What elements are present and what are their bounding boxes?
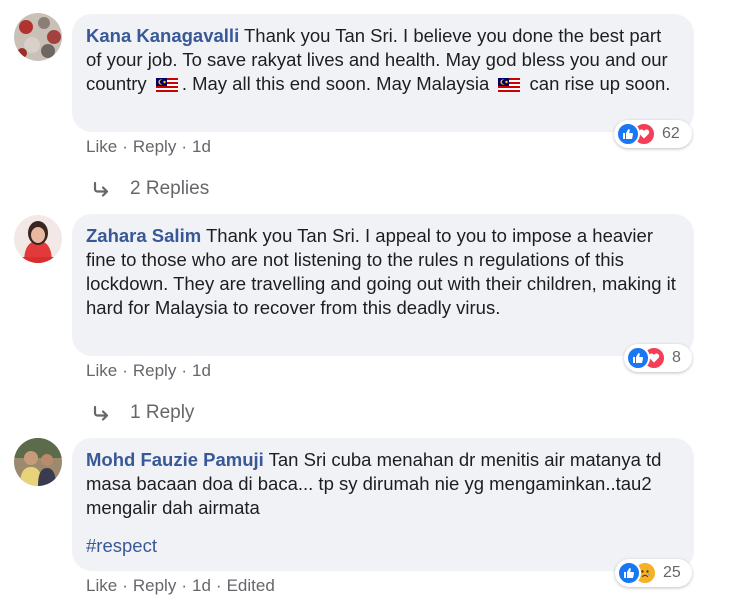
reaction-count: 25 — [663, 564, 681, 581]
like-icon — [617, 561, 641, 585]
like-link[interactable]: Like — [86, 361, 117, 380]
replies-label: 1 Reply — [130, 402, 195, 423]
timestamp-link[interactable]: 1d — [192, 137, 211, 156]
reaction-summary[interactable]: 8 — [624, 344, 692, 372]
avatar[interactable] — [14, 215, 62, 263]
comment-actions: Like · Reply · 1d — [86, 137, 211, 157]
comment-bubble: Kana Kanagavalli Thank you Tan Sri. I be… — [72, 14, 694, 132]
like-icon — [626, 346, 650, 370]
hashtag-link[interactable]: #respect — [86, 534, 678, 558]
reply-link[interactable]: Reply — [133, 361, 176, 380]
avatar[interactable] — [14, 438, 62, 486]
comment-author[interactable]: Mohd Fauzie Pamuji — [86, 449, 264, 470]
comment-author[interactable]: Zahara Salim — [86, 225, 201, 246]
comment-bubble: Mohd Fauzie Pamuji Tan Sri cuba menahan … — [72, 438, 694, 571]
comment-bubble: Zahara Salim Thank you Tan Sri. I appeal… — [72, 214, 694, 356]
comment-text: . May all this end soon. May Malaysia — [181, 73, 495, 94]
malaysia-flag-icon — [498, 74, 521, 98]
reaction-summary[interactable]: 25 — [615, 559, 692, 587]
separator: · — [122, 576, 128, 595]
comment-actions: Like · Reply · 1d · Edited — [86, 576, 275, 596]
separator: · — [215, 576, 222, 595]
reply-link[interactable]: Reply — [133, 576, 176, 595]
separator: · — [181, 576, 187, 595]
replies-label: 2 Replies — [130, 178, 210, 199]
separator: · — [181, 137, 187, 156]
view-replies-button[interactable]: 1 Reply — [92, 402, 194, 424]
view-replies-button[interactable]: 2 Replies — [92, 178, 209, 200]
reply-arrow-icon — [93, 181, 109, 197]
separator: · — [122, 361, 128, 380]
timestamp-link[interactable]: 1d — [192, 576, 211, 595]
avatar[interactable] — [14, 13, 62, 61]
like-link[interactable]: Like — [86, 576, 117, 595]
edited-label: Edited — [226, 576, 275, 595]
comment-text: can rise up soon. — [524, 73, 671, 94]
reaction-summary[interactable]: 62 — [614, 120, 692, 148]
separator: · — [181, 361, 187, 380]
malaysia-flag-icon — [155, 74, 178, 98]
reaction-count: 62 — [662, 125, 680, 142]
reaction-count: 8 — [672, 349, 681, 366]
reply-arrow-icon — [93, 405, 109, 421]
comment-actions: Like · Reply · 1d — [86, 361, 211, 381]
comment-author[interactable]: Kana Kanagavalli — [86, 25, 239, 46]
reply-link[interactable]: Reply — [133, 137, 176, 156]
timestamp-link[interactable]: 1d — [192, 361, 211, 380]
separator: · — [122, 137, 128, 156]
like-link[interactable]: Like — [86, 137, 117, 156]
like-icon — [616, 122, 640, 146]
